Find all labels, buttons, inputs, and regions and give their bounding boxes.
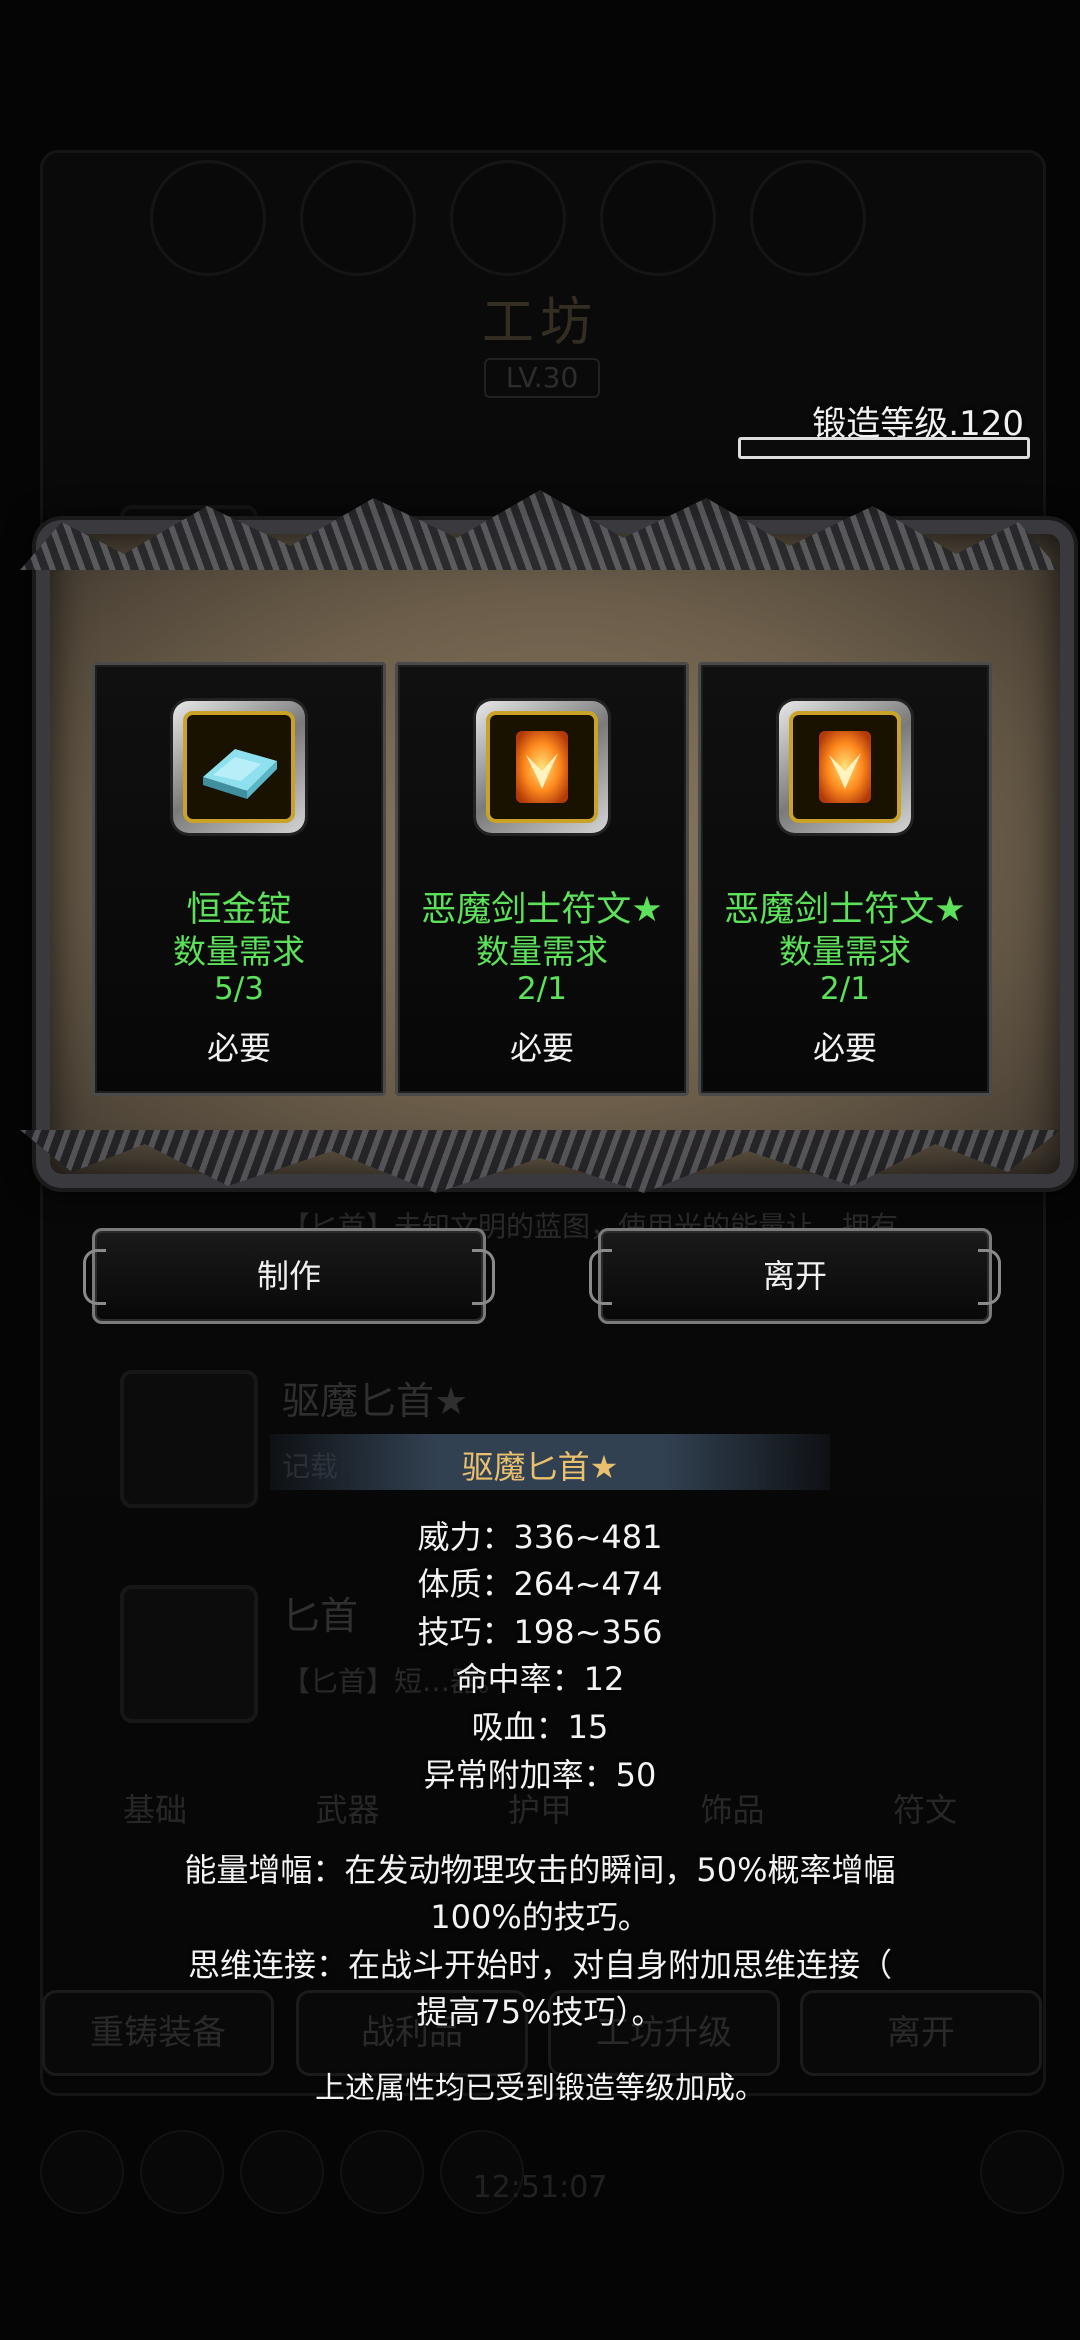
material-required-tag: 必要	[812, 1029, 877, 1067]
item-name: 驱魔匕首★	[282, 1379, 469, 1423]
effect-text: 思维连接：在战斗开始时，对自身附加思维连接（	[187, 1946, 892, 1984]
rune-icon	[516, 731, 568, 803]
material-quantity-label: 数量需求	[779, 932, 911, 971]
background-top-icon	[150, 160, 266, 276]
material-required-tag: 必要	[206, 1029, 271, 1067]
leave-button[interactable]: 离开	[589, 1228, 1001, 1324]
material-card: 恶魔剑士符文★ 数量需求 2/1 必要	[698, 662, 992, 1096]
stat-power: 威力：336~481	[417, 1518, 663, 1556]
effect-text: 100%的技巧。	[430, 1898, 650, 1936]
material-count: 2/1	[517, 971, 567, 1007]
stat-hit-rate: 命中率：12	[455, 1660, 625, 1698]
material-card: 恒金锭 数量需求 5/3 必要	[92, 662, 386, 1096]
craft-button[interactable]: 制作	[83, 1228, 495, 1324]
tooltip-item-title: 驱魔匕首★	[461, 1448, 619, 1486]
effect-note: 上述属性均已受到锻造等级加成。	[315, 2071, 765, 2106]
effect-text: 能量增幅：在发动物理攻击的瞬间，50%概率增幅	[184, 1851, 896, 1889]
material-icon-frame	[476, 701, 608, 833]
forging-progress-bar	[738, 437, 1030, 459]
background-top-icon	[450, 160, 566, 276]
background-top-icon	[600, 160, 716, 276]
stat-lifesteal: 吸血：15	[471, 1708, 609, 1746]
workshop-level: LV.30	[484, 358, 600, 398]
stat-status-chance: 异常附加率：50	[423, 1756, 657, 1794]
workshop-title: 工坊	[481, 293, 598, 353]
material-card: 恶魔剑士符文★ 数量需求 2/1 必要	[395, 662, 689, 1096]
material-count: 2/1	[820, 971, 870, 1007]
material-quantity-label: 数量需求	[476, 932, 608, 971]
ingot-icon	[203, 749, 277, 799]
rune-icon	[819, 731, 871, 803]
background-top-icon	[300, 160, 416, 276]
stat-constitution: 体质：264~474	[417, 1565, 663, 1603]
material-count: 5/3	[214, 971, 264, 1007]
material-required-tag: 必要	[509, 1029, 574, 1067]
stat-skill: 技巧：198~356	[417, 1613, 663, 1651]
material-icon-frame	[779, 701, 911, 833]
material-quantity-label: 数量需求	[173, 932, 305, 971]
effect-text: 提高75%技巧）。	[416, 1993, 664, 2031]
clock-time: 12:51:07	[472, 2170, 608, 2205]
material-icon-frame	[173, 701, 305, 833]
background-top-icon	[750, 160, 866, 276]
